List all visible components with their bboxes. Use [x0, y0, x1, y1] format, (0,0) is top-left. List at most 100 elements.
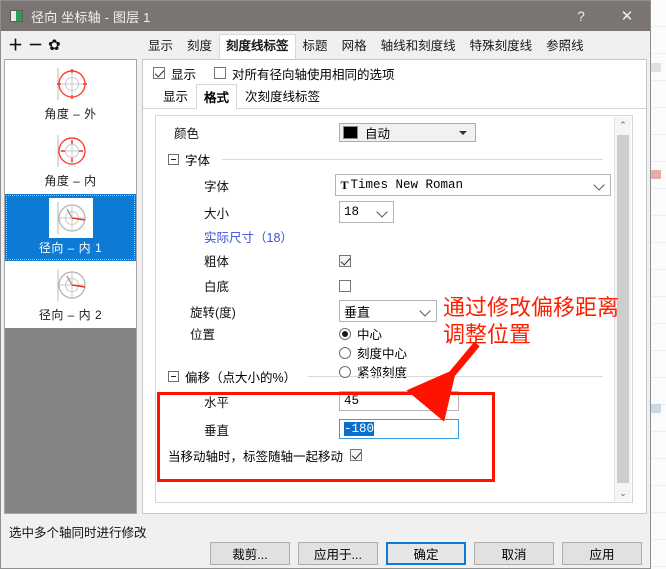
checkbox-icon — [214, 67, 227, 79]
collapse-icon[interactable] — [168, 153, 179, 165]
offset-vertical-value: -180 — [344, 422, 375, 436]
font-group-title: 字体 — [185, 153, 211, 168]
sidebar-item-angular-outer[interactable]: 角度 – 外 — [5, 60, 136, 127]
group-divider — [222, 158, 603, 160]
apply-to-button[interactable]: 应用于... — [298, 542, 378, 565]
subtab-format[interactable]: 格式 — [196, 84, 238, 109]
font-family-dropdown[interactable]: T Times New Roman — [335, 174, 611, 196]
axis-list: 角度 – 外 角度 – 内 径向 – 内 1 径向 – 内 2 — [5, 60, 136, 328]
offset-horizontal-input[interactable]: 45 — [339, 391, 459, 411]
position-option-label: 中心 — [357, 328, 383, 342]
sub-tab-bar: 显示 格式 次刻度线标签 — [143, 83, 646, 109]
position-option-label: 刻度中心 — [357, 347, 408, 361]
offset-vertical-input[interactable]: -180 — [339, 419, 459, 439]
tab-reference-lines[interactable]: 参照线 — [539, 34, 591, 59]
sidebar-item-label: 角度 – 外 — [44, 107, 97, 121]
row-font-size: 大小 18 — [156, 200, 611, 224]
tab-grid[interactable]: 网格 — [335, 34, 374, 59]
font-label: 字体 — [204, 179, 230, 194]
sidebar-item-label: 角度 – 内 — [44, 174, 97, 188]
offset-horizontal-value: 45 — [344, 394, 360, 408]
color-value: 自动 — [365, 126, 391, 141]
gear-icon[interactable]: ✿ — [47, 38, 62, 53]
radio-icon — [339, 346, 351, 359]
vertical-scrollbar[interactable]: ⌃ ⌄ — [614, 117, 631, 501]
show-checkbox-label: 显示 — [171, 67, 197, 82]
font-size-dropdown[interactable]: 18 — [339, 201, 394, 223]
polar-axis-angular-inner-icon — [49, 131, 93, 171]
tab-display[interactable]: 显示 — [141, 34, 180, 59]
font-group-header[interactable]: 字体 — [156, 148, 611, 170]
apply-button[interactable]: 应用 — [562, 542, 642, 565]
add-icon[interactable]: ＋ — [7, 38, 24, 53]
subtab-minor-ticks[interactable]: 次刻度线标签 — [237, 83, 328, 108]
close-icon[interactable]: ✕ — [604, 1, 650, 31]
move-with-axis-checkbox[interactable] — [350, 449, 363, 461]
row-offset-horizontal: 水平 45 — [156, 387, 611, 415]
window-controls: ? ✕ — [558, 1, 650, 31]
dialog-button-bar: 裁剪... 应用于... 确定 取消 应用 — [210, 542, 642, 565]
position-option-tick-center[interactable]: 刻度中心 — [339, 343, 407, 362]
show-checkbox[interactable]: 显示 — [153, 64, 196, 83]
chevron-down-icon — [376, 206, 388, 218]
position-option-next-to-tick[interactable]: 紧邻刻度 — [339, 362, 407, 381]
help-button[interactable]: ? — [558, 1, 604, 31]
tab-axis-and-ticks[interactable]: 轴线和刻度线 — [374, 34, 463, 59]
status-text: 选中多个轴同时进行修改 — [9, 526, 147, 540]
tab-title[interactable]: 标题 — [296, 34, 335, 59]
sidebar-item-label: 径向 – 内 2 — [38, 308, 103, 322]
sidebar-item-angular-inner[interactable]: 角度 – 内 — [5, 127, 136, 194]
polar-axis-radial-inner1-icon — [48, 198, 93, 238]
sidebar-item-radial-inner-2[interactable]: 径向 – 内 2 — [5, 261, 136, 328]
sidebar-item-radial-inner-1[interactable]: 径向 – 内 1 — [5, 194, 136, 261]
collapse-icon[interactable] — [168, 370, 179, 382]
color-label: 颜色 — [174, 126, 200, 141]
tab-scale[interactable]: 刻度 — [180, 34, 219, 59]
tab-bar: 显示 刻度 刻度线标签 标题 网格 轴线和刻度线 特殊刻度线 参照线 — [141, 31, 591, 59]
row-bold: 粗体 — [156, 248, 611, 273]
scrollbar-thumb[interactable] — [617, 135, 629, 483]
title-bar: 径向 坐标轴 - 图层 1 ? ✕ — [1, 1, 650, 31]
tab-special-ticks[interactable]: 特殊刻度线 — [463, 34, 540, 59]
rotation-dropdown[interactable]: 垂直 — [339, 300, 437, 322]
format-scroll-area: 颜色 自动 字体 字体 T Times New Roman 大小 18 实际尺寸… — [155, 115, 633, 503]
subtab-display[interactable]: 显示 — [155, 83, 196, 108]
bold-label: 粗体 — [204, 255, 230, 269]
chevron-down-icon — [459, 130, 467, 135]
scroll-down-icon[interactable]: ⌄ — [615, 485, 631, 501]
dialog-body: 角度 – 外 角度 – 内 径向 – 内 1 径向 – 内 2 显示 对所有径向… — [1, 59, 650, 514]
group-divider — [308, 375, 603, 377]
white-bg-checkbox[interactable] — [339, 279, 351, 292]
offset-horizontal-label: 水平 — [204, 395, 230, 410]
panel-top-checkboxes: 显示 对所有径向轴使用相同的选项 — [143, 60, 646, 86]
font-size-label: 大小 — [204, 206, 230, 221]
tab-tick-labels[interactable]: 刻度线标签 — [219, 34, 296, 59]
bold-checkbox[interactable] — [339, 254, 351, 267]
font-size-value: 18 — [344, 205, 360, 219]
offset-group-title: 偏移（点大小的%） — [185, 370, 297, 385]
axis-list-sidebar: 角度 – 外 角度 – 内 径向 – 内 1 径向 – 内 2 — [4, 59, 137, 514]
ok-button[interactable]: 确定 — [386, 542, 466, 565]
remove-icon[interactable]: － — [27, 38, 44, 53]
crop-button[interactable]: 裁剪... — [210, 542, 290, 565]
same-options-checkbox[interactable]: 对所有径向轴使用相同的选项 — [214, 64, 395, 83]
format-rows: 颜色 自动 字体 字体 T Times New Roman 大小 18 实际尺寸… — [156, 116, 611, 502]
chevron-down-icon — [419, 305, 431, 317]
move-with-axis-label: 当移动轴时，标签随轴一起移动 — [168, 449, 344, 464]
color-swatch — [343, 125, 358, 139]
polar-axis-radial-inner2-icon — [49, 265, 93, 305]
white-bg-label: 白底 — [204, 280, 230, 294]
actual-size-label: 实际尺寸（18） — [204, 230, 293, 245]
row-offset-vertical: 垂直 -180 — [156, 415, 611, 443]
position-option-center[interactable]: 中心 — [339, 324, 407, 343]
position-radio-group: 中心 刻度中心 紧邻刻度 — [339, 324, 407, 381]
chevron-down-icon — [593, 179, 605, 191]
scroll-up-icon[interactable]: ⌃ — [615, 117, 631, 133]
axis-dialog-icon — [10, 10, 23, 22]
cancel-button[interactable]: 取消 — [474, 542, 554, 565]
row-rotation: 旋转(度) 垂直 — [156, 298, 611, 324]
row-position: 位置 中心 刻度中心 紧邻刻度 — [156, 324, 611, 380]
row-font: 字体 T Times New Roman — [156, 170, 611, 200]
color-dropdown[interactable]: 自动 — [339, 122, 476, 142]
row-move-with-axis: 当移动轴时，标签随轴一起移动 — [156, 443, 611, 467]
